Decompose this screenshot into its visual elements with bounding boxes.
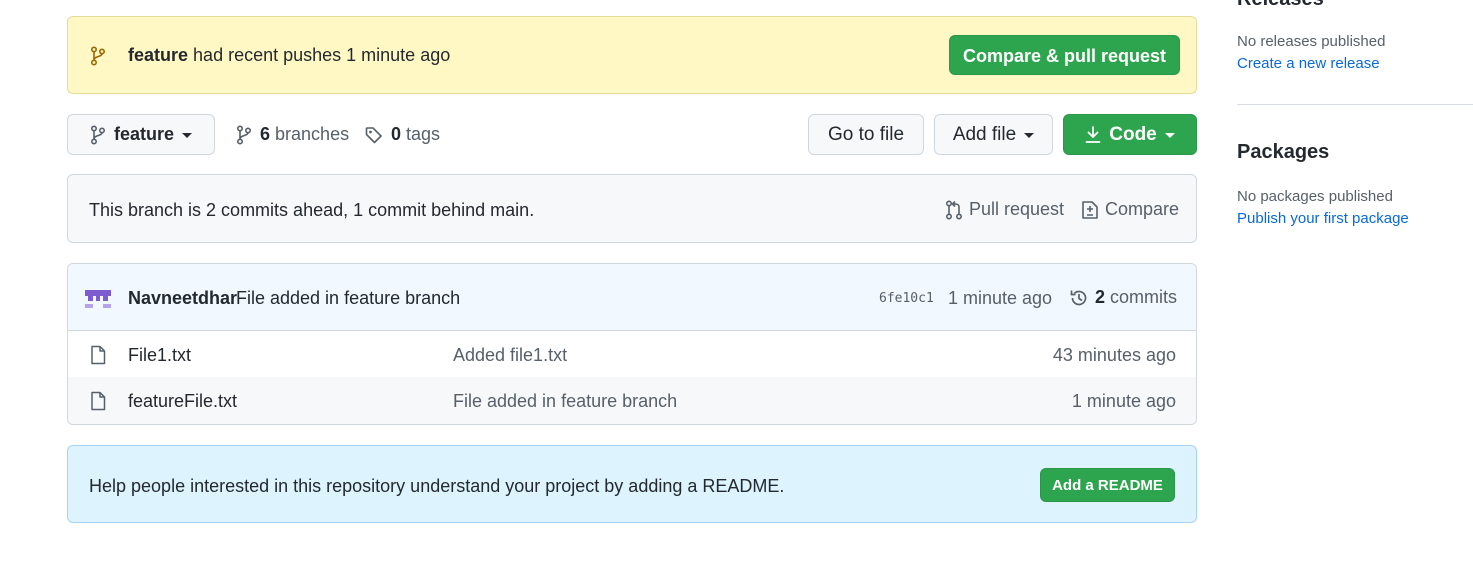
recent-pushes-banner: feature had recent pushes 1 minute ago C… (67, 16, 1197, 94)
compare-pull-request-button[interactable]: Compare & pull request (949, 35, 1180, 75)
file-commit-message[interactable]: File added in feature branch (453, 391, 677, 412)
add-file-label: Add file (952, 123, 1017, 145)
file-diff-icon (1081, 200, 1099, 220)
avatar[interactable] (84, 287, 112, 311)
readme-prompt: Help people interested in this repositor… (67, 445, 1197, 523)
code-label: Code (1109, 123, 1157, 145)
file-age: 43 minutes ago (1052, 345, 1176, 365)
packages-heading[interactable]: Packages (1237, 141, 1329, 164)
latest-commit-row: Navneetdhar File added in feature branch… (68, 264, 1196, 331)
recent-pushes-message: feature had recent pushes 1 minute ago (128, 45, 450, 66)
publish-package-link[interactable]: Publish your first package (1237, 210, 1409, 227)
compare-label: Compare (1105, 199, 1180, 219)
tag-icon (365, 126, 383, 144)
commits-count: 2 (1095, 287, 1106, 307)
compare-link[interactable]: Compare (1081, 199, 1179, 220)
recent-pushes-text: had recent pushes 1 minute ago (193, 45, 451, 65)
pull-request-link[interactable]: Pull request (945, 199, 1064, 220)
readme-prompt-text: Help people interested in this repositor… (89, 476, 785, 496)
code-button[interactable]: Code (1063, 114, 1197, 155)
tags-link[interactable]: 0 tags (365, 124, 440, 145)
pushed-branch-name[interactable]: feature (128, 45, 188, 65)
tags-count: 0 (391, 124, 402, 144)
branches-label: branches (275, 124, 350, 144)
commits-history-link[interactable]: 2 commits (1069, 287, 1177, 308)
chevron-down-icon (182, 133, 193, 138)
commit-author[interactable]: Navneetdhar (128, 288, 237, 309)
file-name[interactable]: File1.txt (128, 345, 191, 366)
file-age: 1 minute ago (1071, 391, 1176, 411)
git-branch-icon (90, 46, 106, 66)
sidebar-divider (1237, 104, 1473, 105)
releases-heading[interactable]: Releases (1237, 0, 1324, 11)
add-readme-button[interactable]: Add a README (1040, 468, 1175, 502)
git-branch-icon (90, 124, 106, 145)
file-icon (90, 345, 106, 365)
chevron-down-icon (1164, 133, 1175, 138)
file-icon (90, 391, 106, 411)
branch-status-box: This branch is 2 commits ahead, 1 commit… (67, 174, 1197, 243)
current-branch-label: feature (113, 124, 175, 144)
no-releases-text: No releases published (1237, 33, 1386, 50)
file-name[interactable]: featureFile.txt (128, 391, 237, 412)
file-commit-message[interactable]: Added file1.txt (453, 345, 567, 366)
ahead-behind-text: This branch is 2 commits ahead, 1 commit… (89, 200, 535, 220)
history-icon (1069, 288, 1089, 308)
git-branch-icon (236, 124, 252, 145)
file-browser: Navneetdhar File added in feature branch… (67, 263, 1197, 425)
commit-message[interactable]: File added in feature branch (236, 288, 460, 309)
file-row[interactable]: featureFile.txt File added in feature br… (68, 377, 1196, 424)
branches-link[interactable]: 6 branches (236, 124, 349, 145)
chevron-down-icon (1024, 133, 1035, 138)
commit-sha[interactable]: 6fe10c1 (879, 291, 934, 306)
branch-select-button[interactable]: feature (67, 114, 215, 155)
go-to-file-button[interactable]: Go to file (808, 114, 924, 155)
no-packages-text: No packages published (1237, 188, 1393, 205)
download-icon (1085, 125, 1101, 144)
create-release-link[interactable]: Create a new release (1237, 55, 1380, 72)
add-file-button[interactable]: Add file (934, 114, 1053, 155)
pull-request-label: Pull request (969, 199, 1065, 219)
commit-time: 1 minute ago (948, 288, 1053, 308)
tags-label: tags (406, 124, 441, 144)
commits-label: commits (1110, 287, 1178, 307)
file-row[interactable]: File1.txt Added file1.txt 43 minutes ago (68, 331, 1196, 378)
pull-request-icon (945, 199, 963, 220)
branches-count: 6 (260, 124, 271, 144)
